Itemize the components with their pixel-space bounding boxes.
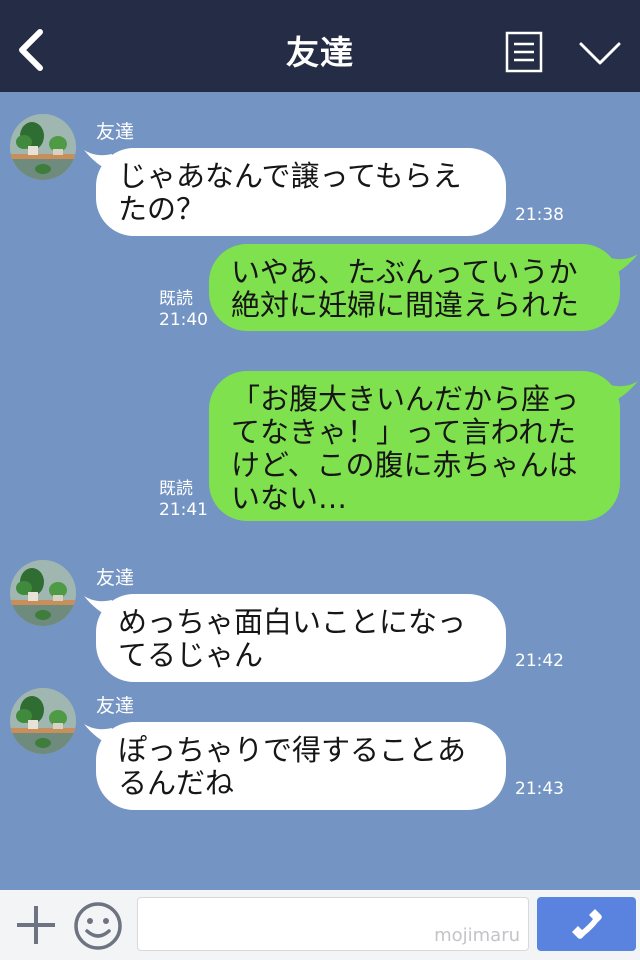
plus-icon[interactable] bbox=[14, 903, 58, 947]
message-time: 21:41 bbox=[159, 500, 208, 520]
phone-icon bbox=[572, 909, 602, 939]
read-receipt: 既読 bbox=[159, 289, 193, 309]
plant-avatar-icon bbox=[10, 560, 76, 626]
chat-header: 友達 bbox=[0, 0, 640, 92]
avatar[interactable] bbox=[10, 114, 76, 180]
message-time: 21:38 bbox=[515, 205, 564, 225]
plant-avatar-icon bbox=[10, 114, 76, 180]
bubble-tail bbox=[610, 381, 638, 403]
chat-title: 友達 bbox=[286, 33, 354, 72]
message-time: 21:43 bbox=[515, 779, 564, 799]
read-receipt: 既読 bbox=[159, 479, 193, 499]
message-bubble-sent[interactable]: 「お腹大きいんだから座っ てなきゃ！」って言われた けど、この腹に赤ちゃんは い… bbox=[209, 371, 620, 521]
sender-name: 友達 bbox=[96, 567, 135, 589]
sender-name: 友達 bbox=[96, 695, 135, 717]
message-input[interactable]: mojimaru bbox=[137, 897, 529, 951]
message-bubble-received[interactable]: めっちゃ面白いことになっ てるじゃん bbox=[96, 594, 506, 682]
message-bubble-sent[interactable]: いやあ、たぶんっていうか 絶対に妊婦に間違えられた bbox=[209, 244, 620, 331]
notes-icon[interactable] bbox=[505, 31, 543, 73]
call-button[interactable] bbox=[537, 897, 636, 951]
bubble-tail bbox=[610, 254, 638, 276]
smiley-icon[interactable] bbox=[72, 900, 124, 952]
avatar[interactable] bbox=[10, 688, 76, 754]
sender-name: 友達 bbox=[96, 121, 135, 143]
plant-avatar-icon bbox=[10, 688, 76, 754]
watermark: mojimaru bbox=[434, 925, 520, 946]
message-bubble-received[interactable]: じゃあなんで譲ってもらえ たの？ bbox=[96, 148, 506, 236]
avatar[interactable] bbox=[10, 560, 76, 626]
chat-area[interactable]: 友達 じゃあなんで譲ってもらえ たの？ 21:38 いやあ、たぶんっていうか 絶… bbox=[0, 92, 640, 890]
chevron-down-icon[interactable] bbox=[578, 40, 622, 68]
message-time: 21:42 bbox=[515, 651, 564, 671]
message-bubble-received[interactable]: ぽっちゃりで得することあ るんだね bbox=[96, 722, 506, 810]
message-time: 21:40 bbox=[159, 310, 208, 330]
